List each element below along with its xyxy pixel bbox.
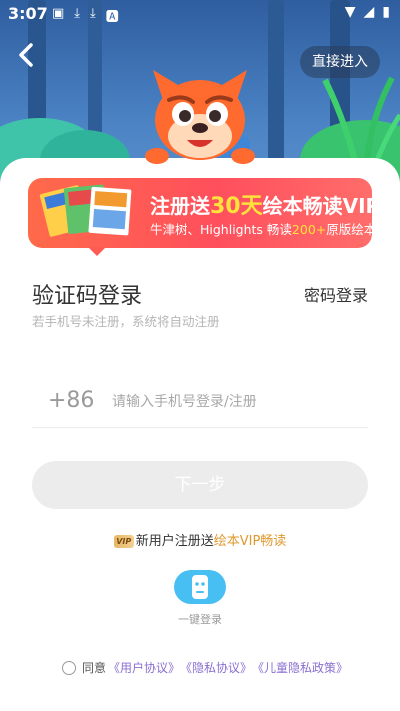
user-agreement-link[interactable]: 《用户协议》 — [108, 659, 180, 676]
system-icons: ▼ ◢ ▮ — [345, 4, 390, 20]
promo-subtitle: 牛津树、Highlights 畅读200+原版绘本 — [150, 222, 377, 237]
status-bar: 3:07 ▣ ⤓ ⤓ 🅰 ▼ ◢ ▮ — [0, 0, 400, 28]
page-title: 验证码登录 — [32, 284, 143, 309]
image-notification-icon: ▣ — [52, 6, 65, 21]
signal-icon: ◢ — [363, 4, 375, 20]
skip-button[interactable]: 直接进入 — [300, 46, 380, 78]
promo-title: 注册送30天绘本畅读VIP — [150, 194, 381, 219]
download-icon: ⤓ — [74, 6, 81, 21]
password-login-link[interactable]: 密码登录 — [304, 282, 368, 306]
picture-books-illustration — [39, 184, 132, 237]
privacy-agreement-link[interactable]: 《隐私协议》 — [180, 659, 252, 676]
one-key-login-label: 一键登录 — [178, 613, 222, 626]
agreement-row: 同意 《用户协议》 《隐私协议》 《儿童隐私政策》 — [62, 659, 348, 676]
download-icon: ⤓ — [90, 6, 96, 21]
chevron-left-icon — [19, 43, 33, 67]
new-user-vip-note: VIP 新用户注册送绘本VIP畅读 — [0, 530, 400, 549]
fox-mascot — [145, 70, 255, 164]
notification-icons: ▣ ⤓ ⤓ 🅰 — [52, 6, 119, 25]
country-code[interactable]: +86 — [48, 388, 94, 413]
phone-input[interactable] — [112, 384, 362, 420]
agree-radio[interactable] — [62, 660, 76, 675]
battery-icon: ▮ — [382, 4, 390, 20]
phone-field-row: +86 — [32, 380, 368, 428]
register-hint: 若手机号未注册，系统将自动注册 — [32, 314, 220, 329]
wifi-icon: ▼ — [344, 4, 356, 20]
child-privacy-link[interactable]: 《儿童隐私政策》 — [252, 659, 348, 676]
vip-badge-icon: VIP — [113, 535, 134, 548]
text-notification-icon: 🅰 — [105, 10, 119, 25]
one-key-login-button[interactable] — [174, 570, 226, 604]
phone-icon — [192, 575, 208, 599]
back-button[interactable] — [12, 40, 42, 70]
next-button[interactable]: 下一步 — [32, 461, 368, 509]
status-time: 3:07 — [8, 4, 48, 23]
promo-banner[interactable]: 注册送30天绘本畅读VIP 牛津树、Highlights 畅读200+原版绘本 — [28, 178, 380, 256]
agree-prefix: 同意 — [82, 661, 107, 675]
